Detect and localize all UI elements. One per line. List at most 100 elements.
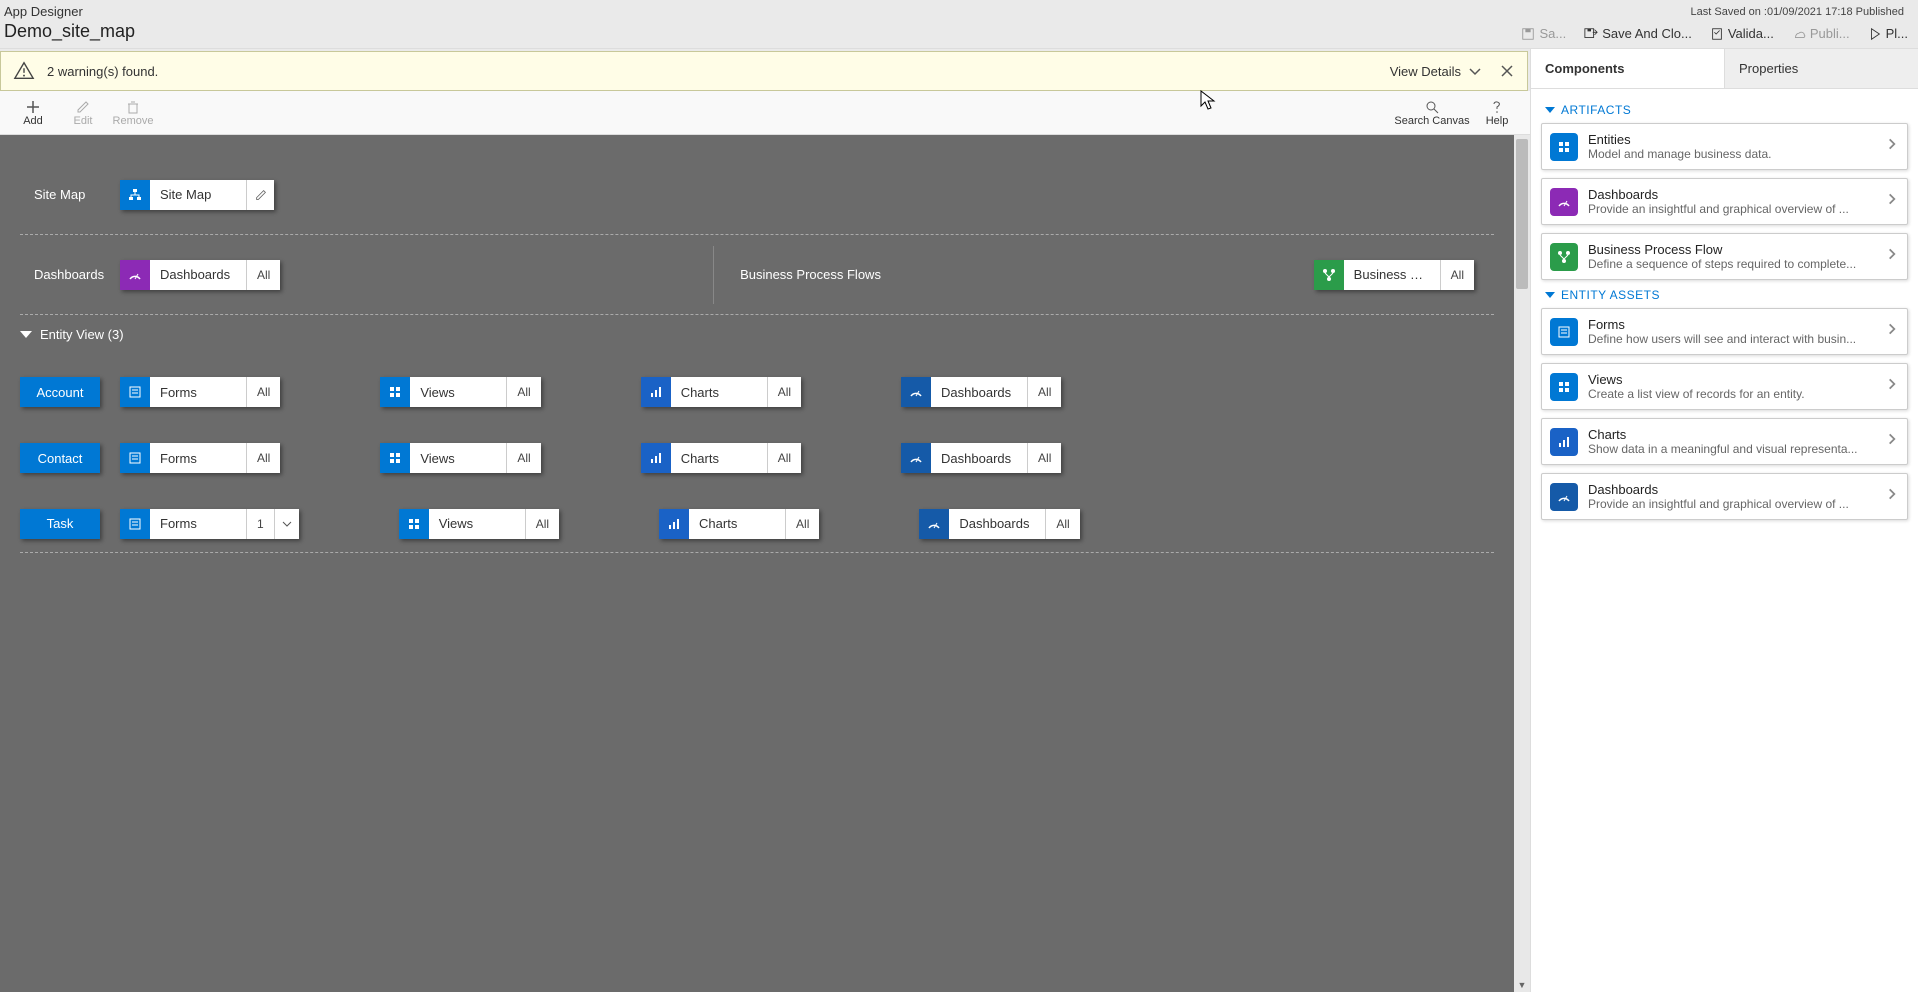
chevron-right-icon (1885, 377, 1899, 396)
views-tile[interactable]: ViewsAll (380, 377, 540, 407)
form-icon (120, 377, 150, 407)
entity-assets-label: ENTITY ASSETS (1561, 288, 1660, 302)
dashboards-badge[interactable]: All (1045, 509, 1079, 539)
card-title: Views (1588, 372, 1885, 387)
help-label: Help (1486, 115, 1509, 127)
triangle-down-icon (20, 331, 32, 338)
grid-icon (380, 443, 410, 473)
forms-badge[interactable]: All (246, 377, 280, 407)
card-title: Dashboards (1588, 482, 1885, 497)
tab-components[interactable]: Components (1531, 49, 1725, 88)
publish-label: Publi... (1810, 26, 1850, 41)
forms-chevron-icon[interactable] (274, 509, 299, 539)
bpf-badge[interactable]: All (1440, 260, 1474, 290)
grid-icon (1550, 373, 1578, 401)
search-icon (1424, 99, 1440, 115)
dashboards-label: Dashboards (931, 451, 1027, 466)
dashboards-tile[interactable]: DashboardsAll (919, 509, 1079, 539)
save-button[interactable]: Sa... (1521, 26, 1566, 41)
card-desc: Define a sequence of steps required to c… (1588, 257, 1885, 271)
save-and-close-button[interactable]: Save And Clo... (1584, 26, 1692, 41)
views-tile[interactable]: ViewsAll (399, 509, 559, 539)
help-button[interactable]: Help (1472, 93, 1522, 133)
sitemap-edit-button[interactable] (246, 180, 274, 210)
warning-bar: 2 warning(s) found. View Details (0, 51, 1528, 91)
card-title: Business Process Flow (1588, 242, 1885, 257)
section-artifacts[interactable]: ARTIFACTS (1545, 103, 1908, 117)
charts-tile[interactable]: ChartsAll (641, 377, 801, 407)
chevron-down-icon[interactable] (1467, 63, 1483, 79)
dashboards-badge[interactable]: All (246, 260, 280, 290)
form-icon (120, 443, 150, 473)
views-badge[interactable]: All (525, 509, 559, 539)
views-label: Views (410, 451, 506, 466)
warning-icon (13, 60, 35, 82)
dashboards-tile[interactable]: DashboardsAll (901, 443, 1061, 473)
dashboards-badge[interactable]: All (1027, 443, 1061, 473)
forms-tile[interactable]: FormsAll (120, 377, 280, 407)
dashboards-label: Dashboards (949, 516, 1045, 531)
app-name: Demo_site_map (2, 21, 1521, 42)
dashboards-tile-label: Dashboards (150, 267, 246, 282)
component-card-dashboards[interactable]: DashboardsProvide an insightful and grap… (1541, 473, 1908, 520)
gauge-icon (1550, 188, 1578, 216)
dashboards-row-label: Dashboards (20, 267, 120, 282)
edit-button[interactable]: Edit (58, 93, 108, 133)
search-canvas-label: Search Canvas (1394, 115, 1469, 127)
dashboards-tile[interactable]: Dashboards All (120, 260, 280, 290)
component-card-charts[interactable]: ChartsShow data in a meaningful and visu… (1541, 418, 1908, 465)
charts-tile[interactable]: ChartsAll (659, 509, 819, 539)
entity-account[interactable]: Account (20, 377, 100, 407)
play-button[interactable]: Pl... (1868, 26, 1908, 41)
publish-button[interactable]: Publi... (1792, 26, 1850, 41)
component-card-business-process-flow[interactable]: Business Process FlowDefine a sequence o… (1541, 233, 1908, 280)
forms-tile[interactable]: Forms1 (120, 509, 299, 539)
component-card-entities[interactable]: EntitiesModel and manage business data. (1541, 123, 1908, 170)
bpf-tile[interactable]: Business Proces... All (1314, 260, 1474, 290)
entity-task[interactable]: Task (20, 509, 100, 539)
dashboards-tile[interactable]: DashboardsAll (901, 377, 1061, 407)
publish-icon (1792, 27, 1806, 41)
sitemap-tile[interactable]: Site Map (120, 180, 274, 210)
charts-badge[interactable]: All (785, 509, 819, 539)
dashboards-badge[interactable]: All (1027, 377, 1061, 407)
bpf-row-label: Business Process Flows (713, 246, 881, 304)
views-tile[interactable]: ViewsAll (380, 443, 540, 473)
forms-tile[interactable]: FormsAll (120, 443, 280, 473)
validate-button[interactable]: Valida... (1710, 26, 1774, 41)
view-details-link[interactable]: View Details (1390, 64, 1461, 79)
gauge-icon (901, 377, 931, 407)
charts-badge[interactable]: All (767, 377, 801, 407)
charts-label: Charts (689, 516, 785, 531)
forms-label: Forms (150, 516, 246, 531)
section-entity-assets[interactable]: ENTITY ASSETS (1545, 288, 1908, 302)
charts-tile[interactable]: ChartsAll (641, 443, 801, 473)
forms-badge[interactable]: 1 (246, 509, 274, 539)
search-canvas-button[interactable]: Search Canvas (1392, 93, 1472, 133)
trash-icon (125, 99, 141, 115)
views-badge[interactable]: All (506, 443, 540, 473)
tab-properties[interactable]: Properties (1725, 49, 1918, 88)
card-desc: Create a list view of records for an ent… (1588, 387, 1885, 401)
save-close-icon (1584, 27, 1598, 41)
card-title: Dashboards (1588, 187, 1885, 202)
warning-text: 2 warning(s) found. (47, 64, 1390, 79)
component-card-dashboards[interactable]: DashboardsProvide an insightful and grap… (1541, 178, 1908, 225)
entity-view-label: Entity View (3) (40, 327, 124, 342)
component-card-views[interactable]: ViewsCreate a list view of records for a… (1541, 363, 1908, 410)
triangle-down-icon (1545, 292, 1555, 298)
entity-view-toggle[interactable]: Entity View (3) (20, 315, 1494, 353)
scroll-down-icon[interactable]: ▼ (1514, 978, 1530, 992)
views-badge[interactable]: All (506, 377, 540, 407)
scroll-thumb[interactable] (1516, 139, 1528, 289)
remove-button[interactable]: Remove (108, 93, 158, 133)
add-button[interactable]: Add (8, 93, 58, 133)
card-desc: Define how users will see and interact w… (1588, 332, 1885, 346)
close-warning-icon[interactable] (1499, 63, 1515, 79)
forms-badge[interactable]: All (246, 443, 280, 473)
form-icon (1550, 318, 1578, 346)
entity-contact[interactable]: Contact (20, 443, 100, 473)
vertical-scrollbar[interactable]: ▼ (1514, 135, 1530, 992)
charts-badge[interactable]: All (767, 443, 801, 473)
component-card-forms[interactable]: FormsDefine how users will see and inter… (1541, 308, 1908, 355)
